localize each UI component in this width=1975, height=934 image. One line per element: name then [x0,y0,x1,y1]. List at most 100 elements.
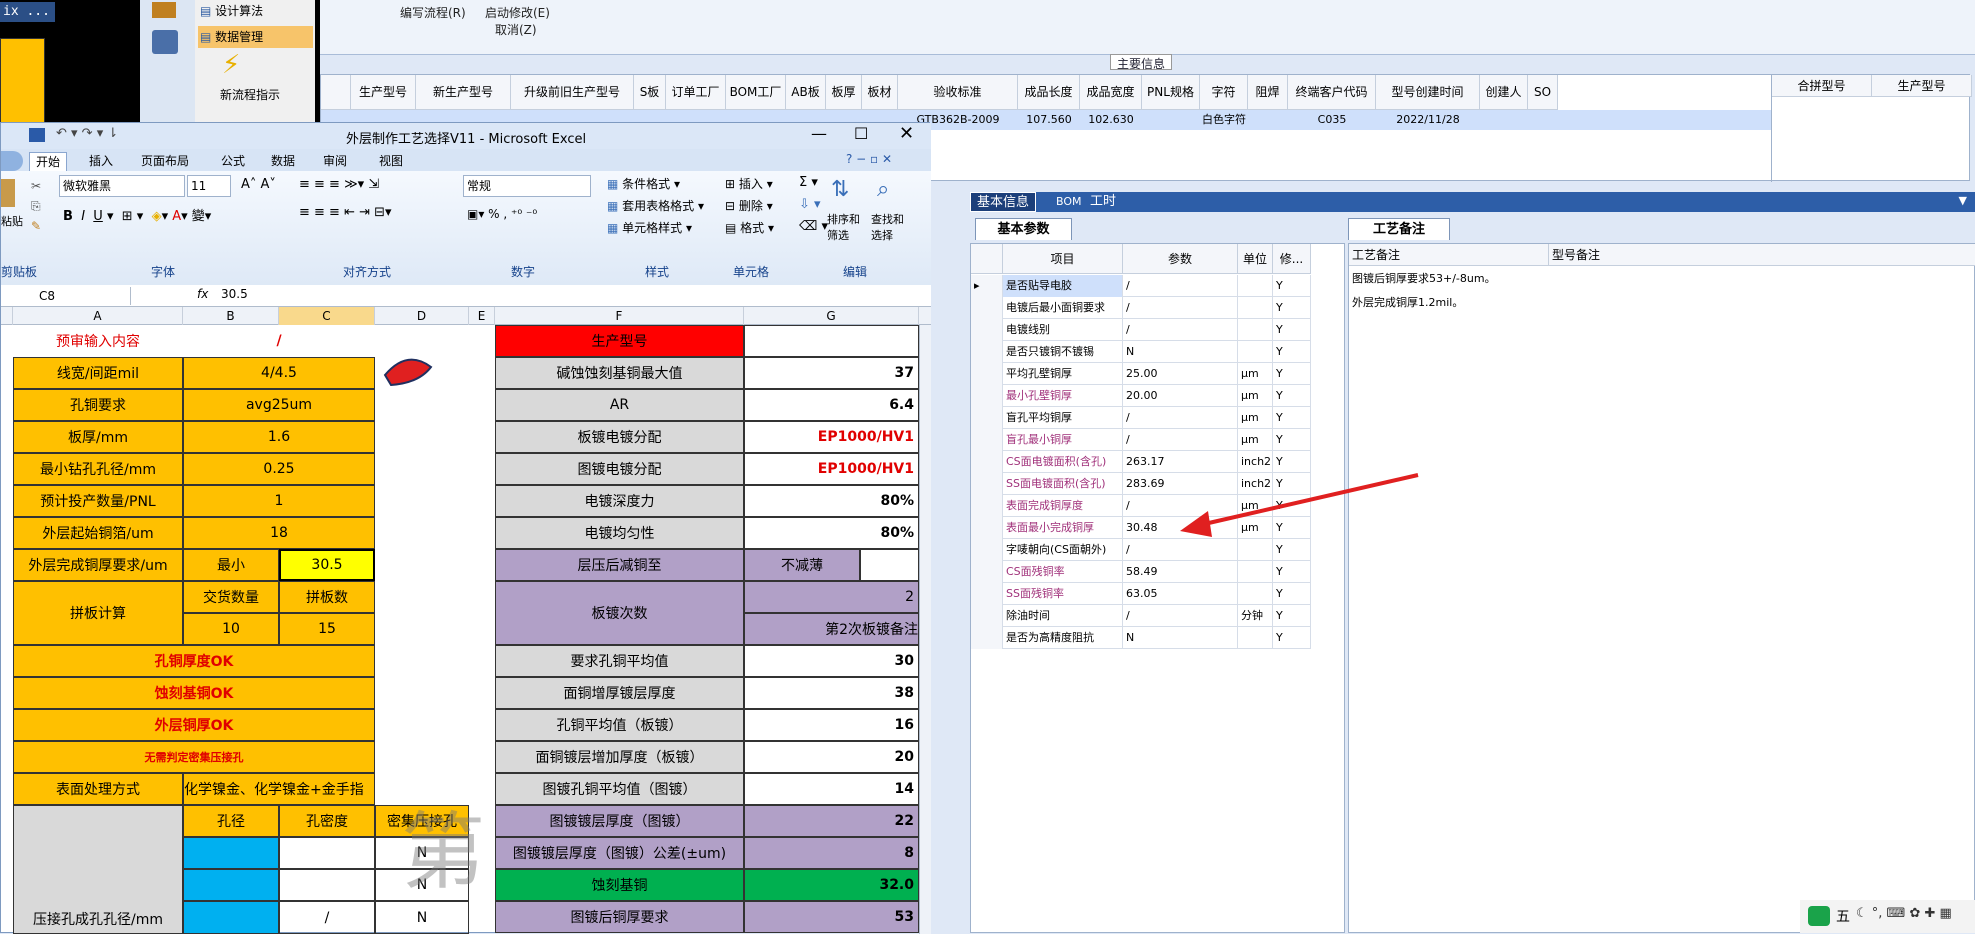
fx-icon[interactable]: fx [197,287,208,301]
cell-g-value[interactable]: 30 [744,645,919,677]
param-mod[interactable]: Y [1273,429,1311,451]
name-box[interactable]: C8 [1,287,131,305]
main-header-10[interactable]: 成品长度 [1018,75,1080,110]
param-unit[interactable] [1238,319,1273,341]
tab-basic-params[interactable]: 基本参数 [975,218,1072,240]
cell-f9[interactable]: 板镀次数 [495,581,744,645]
row-indicator[interactable] [971,319,1003,341]
cell-b10[interactable]: 10 [183,613,279,645]
param-mod[interactable]: Y [1273,319,1311,341]
main-cell-11[interactable]: 102.630 [1080,110,1142,130]
font-style-buttons[interactable]: B I U ▾ ⊞ ▾ ◈▾ A▾ 變▾ [63,205,211,224]
tab-data[interactable]: 数据 [265,152,301,171]
cell-b18[interactable] [183,869,279,901]
align-buttons-2[interactable]: ≡ ≡ ≡ ⇤ ⇥ ⊟▾ [299,205,392,220]
param-row[interactable]: 平均孔壁铜厚 25.00 μm Y [971,363,1311,385]
param-row[interactable]: 电镀后最小面铜要求 / Y [971,297,1311,319]
fill-icon[interactable]: ⇩ ▾ [799,197,821,212]
param-mod[interactable]: Y [1273,297,1311,319]
cell-g-value[interactable]: EP1000/HV1 [744,421,919,453]
col-a[interactable]: A [13,307,183,325]
param-unit[interactable]: 分钟 [1238,605,1273,627]
main-header-11[interactable]: 成品宽度 [1080,75,1142,110]
cell-style-button[interactable]: ▦ 单元格样式 ▾ [607,219,692,236]
param-mod[interactable]: Y [1273,341,1311,363]
param-mod[interactable]: Y [1273,385,1311,407]
app-title-box[interactable]: ix ... [0,2,55,22]
cell-g-value[interactable]: 32.0 [744,869,919,901]
cell-c16[interactable]: 孔密度 [279,805,375,837]
right-grid-header[interactable]: 合拼型号 [1772,75,1872,97]
param-mod[interactable]: Y [1273,583,1311,605]
tab-process-remark[interactable]: 工艺备注 [1348,218,1450,240]
row-indicator[interactable] [971,407,1003,429]
sort-icon[interactable]: ⇅ [831,177,849,202]
sum-icon[interactable]: Σ ▾ [799,175,818,190]
close-button[interactable]: ✕ [899,123,914,144]
cell-g9[interactable]: 2 [744,581,919,613]
param-item[interactable]: SS面残铜率 [1003,583,1123,605]
cell-ok-etch[interactable]: 蚀刻基铜OK [13,677,375,709]
cell-c18[interactable] [279,869,375,901]
cell-a2[interactable]: 线宽/间距mil [13,357,183,389]
cell-b1[interactable]: / [183,325,375,357]
param-value[interactable]: 25.00 [1123,363,1238,385]
row-indicator[interactable] [971,517,1003,539]
param-row[interactable]: SS面残铜率 63.05 Y [971,583,1311,605]
main-header-0[interactable]: 生产型号 [351,75,416,110]
sort-filter-label[interactable]: 排序和筛选 [827,211,863,243]
row-indicator[interactable] [971,473,1003,495]
row-indicator[interactable] [971,429,1003,451]
param-unit[interactable] [1238,583,1273,605]
cell-b15[interactable]: 化学镍金、化学镍金+金手指 [183,773,375,805]
align-buttons[interactable]: ≡ ≡ ≡ ≫▾ ⇲ [299,177,379,192]
row-indicator[interactable] [971,341,1003,363]
nav-new-flow[interactable]: 新流程指示 [220,86,280,103]
format-cells-button[interactable]: ▤ 格式 ▾ [725,219,774,236]
cell-f-label[interactable]: 电镀均匀性 [495,517,744,549]
param-unit[interactable]: μm [1238,385,1273,407]
param-value[interactable]: / [1123,319,1238,341]
col-f[interactable]: F [495,307,744,325]
font-size-select[interactable]: 11 [187,175,231,197]
cell-f-label[interactable]: 蚀刻基铜 [495,869,744,901]
tab-home[interactable]: 开始 [29,152,68,171]
param-mod[interactable]: Y [1273,407,1311,429]
cell-b7[interactable]: 18 [183,517,375,549]
tab-view[interactable]: 视图 [373,152,409,171]
cond-format-button[interactable]: ▦ 条件格式 ▾ [607,175,680,192]
toolbar-cancel[interactable]: 取消(Z) [495,21,537,38]
main-header-6[interactable]: AB板 [786,75,826,110]
remark-header-process[interactable]: 工艺备注 [1349,244,1549,266]
tab-page-layout[interactable]: 页面布局 [135,152,195,171]
copy-icon[interactable]: ⎘ [31,199,41,214]
row-indicator[interactable]: ▸ [971,275,1003,297]
param-item[interactable]: 盲孔最小铜厚 [1003,429,1123,451]
cell-f-label[interactable]: 图镀孔铜平均值（图镀） [495,773,744,805]
cell-g-value[interactable]: 14 [744,773,919,805]
cell-g-value[interactable]: 38 [744,677,919,709]
cell-f-label[interactable]: AR [495,389,744,421]
param-item[interactable]: 字唛朝向(CS面朝外) [1003,539,1123,561]
cell-f-label[interactable]: 面铜增厚镀层厚度 [495,677,744,709]
toolbar-edit-flow[interactable]: 编写流程(R) [400,4,466,21]
param-header-value[interactable]: 参数 [1123,244,1238,274]
param-item[interactable]: 是否贴导电胶 [1003,275,1123,297]
paste-label[interactable]: 粘贴 [1,213,23,229]
param-value[interactable]: N [1123,627,1238,649]
cell-g-value[interactable]: 20 [744,741,919,773]
cell-g-value[interactable]: 37 [744,357,919,389]
param-value[interactable]: 58.49 [1123,561,1238,583]
param-value[interactable]: 63.05 [1123,583,1238,605]
param-header-unit[interactable]: 单位 [1238,244,1273,274]
col-c[interactable]: C [279,307,375,325]
param-unit[interactable] [1238,297,1273,319]
formula-input[interactable]: 30.5 [221,287,248,301]
cell-a8[interactable]: 外层完成铜厚要求/um [13,549,183,581]
cell-g-value[interactable]: 22 [744,805,919,837]
cell-g10[interactable]: 第2次板镀备注 [744,613,919,645]
cell-b5[interactable]: 0.25 [183,453,375,485]
cell-f-label[interactable]: 面铜镀层增加厚度（板镀） [495,741,744,773]
param-value[interactable]: / [1123,275,1238,297]
row-indicator[interactable] [971,539,1003,561]
